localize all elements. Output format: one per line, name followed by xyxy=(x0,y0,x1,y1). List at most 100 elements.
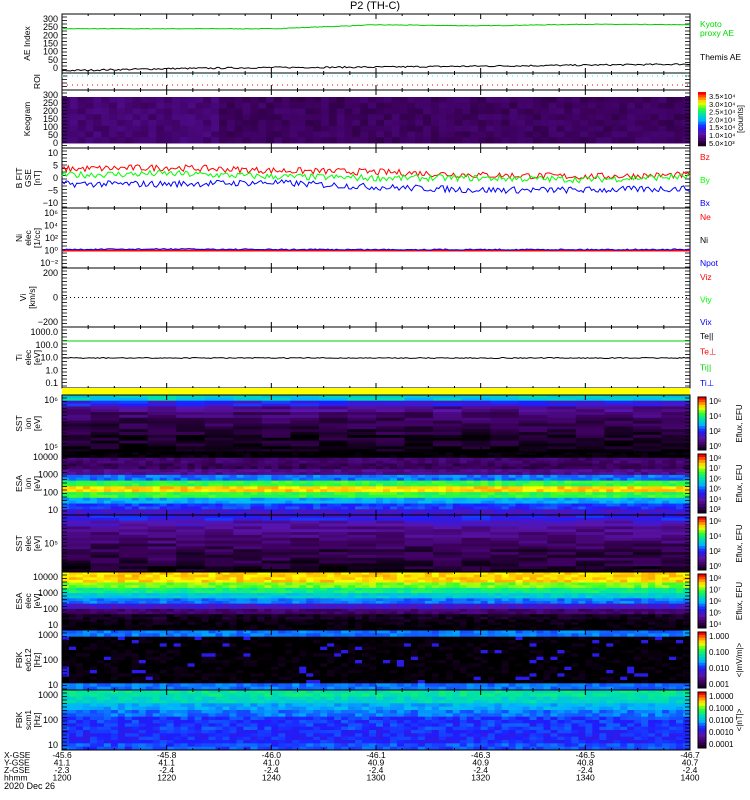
keogram-cell xyxy=(517,125,526,132)
spectrogram-cell xyxy=(662,489,670,493)
spectrogram-cell xyxy=(648,503,656,507)
spectrogram-cell xyxy=(233,440,263,444)
keogram-cell xyxy=(360,97,369,104)
spectrogram-cell xyxy=(117,457,126,461)
spectrogram-cell xyxy=(264,497,272,502)
spectrogram-cell xyxy=(547,523,577,527)
spectrogram-cell xyxy=(683,500,691,504)
spectrogram-cell xyxy=(75,585,84,589)
spectrogram-cell xyxy=(522,577,530,581)
keogram-cell xyxy=(525,108,534,115)
spectrogram-cell xyxy=(264,509,272,513)
keogram-cell xyxy=(305,97,314,104)
spectrogram-cell xyxy=(147,409,177,413)
spectrogram-cell xyxy=(278,474,286,479)
spectrogram-cell xyxy=(75,472,84,476)
spectrogram-cell xyxy=(82,500,91,504)
spectrogram-cell xyxy=(655,469,663,473)
y-tick-label: 10⁶ xyxy=(44,395,58,405)
spectrogram-cell xyxy=(264,457,272,461)
spectrogram-cell xyxy=(518,563,548,567)
spectrogram-cell xyxy=(508,474,516,479)
keogram-cell xyxy=(674,97,683,104)
keogram-cell xyxy=(140,137,149,144)
spectrogram-cell xyxy=(404,400,434,404)
spectrogram-cell xyxy=(438,483,447,487)
keogram-cell xyxy=(423,137,432,144)
legend-vix: Vix xyxy=(700,317,712,327)
spectrogram-cell xyxy=(543,497,551,502)
keogram-cell xyxy=(454,131,463,138)
spectrogram-cell xyxy=(119,406,149,410)
spectrogram-cell xyxy=(145,480,154,484)
spectrogram-cell xyxy=(466,582,475,586)
keogram-cell xyxy=(101,97,110,104)
keogram-cell xyxy=(164,131,173,138)
spectrogram-cell xyxy=(655,582,663,586)
spectrogram-cell xyxy=(124,477,133,482)
spectrogram-cell xyxy=(292,483,300,487)
spectrogram-cell xyxy=(403,469,412,473)
spectrogram-cell xyxy=(159,477,168,482)
keogram-cell xyxy=(352,114,361,121)
spectrogram-cell xyxy=(557,483,565,487)
keogram-cell xyxy=(360,108,369,115)
spectrogram-cell xyxy=(236,460,244,464)
spectrogram-cell xyxy=(410,582,419,586)
spectrogram-cell xyxy=(606,486,614,490)
spectrogram-cell xyxy=(299,466,307,470)
spectrogram-cell xyxy=(404,517,434,522)
spectrogram-cell xyxy=(233,443,263,447)
spectrogram-cell xyxy=(119,537,149,542)
spectrogram-cell xyxy=(662,579,670,583)
spectrogram-cell xyxy=(334,509,342,513)
spectrogram-cell xyxy=(550,574,558,578)
keogram-cell xyxy=(132,137,141,144)
spectrogram-cell xyxy=(648,483,656,487)
spectrogram-cell xyxy=(278,506,286,510)
spectrogram-cell xyxy=(585,492,593,496)
keogram-cell xyxy=(423,102,432,109)
spectrogram-cell xyxy=(62,579,70,583)
colorbar-cell xyxy=(698,501,706,505)
spectrogram-cell xyxy=(557,469,565,473)
spectrogram-cell xyxy=(327,460,335,464)
spectrogram-cell xyxy=(222,585,230,589)
esa_e-spectrogram xyxy=(62,572,691,631)
spectrogram-cell xyxy=(382,582,391,586)
spectrogram-cell xyxy=(290,417,320,422)
spectrogram-cell xyxy=(233,423,263,427)
spectrogram-cell xyxy=(585,472,593,476)
keogram-cell xyxy=(603,125,612,132)
keogram-cell xyxy=(415,97,424,104)
spectrogram-cell xyxy=(620,503,628,507)
spectrogram-cell xyxy=(382,506,391,510)
keogram-cell xyxy=(564,102,573,109)
keogram-cell xyxy=(383,125,393,132)
spectrogram-cell xyxy=(632,423,662,427)
keogram-cell xyxy=(85,114,94,121)
spectrogram-cell xyxy=(82,585,91,589)
spectrogram-cell xyxy=(138,500,147,504)
keogram-cell xyxy=(234,97,244,104)
keogram-cell xyxy=(116,114,126,121)
spectrogram-cell xyxy=(292,585,300,589)
spectrogram-cell xyxy=(613,460,621,464)
spectrogram-cell xyxy=(180,494,188,499)
spectrogram-cell xyxy=(229,466,237,470)
spectrogram-cell xyxy=(208,477,216,482)
y-tick-label: 0.1 xyxy=(45,378,58,388)
spectrogram-cell xyxy=(334,454,342,459)
spectrogram-cell xyxy=(208,472,216,476)
spectrogram-cell xyxy=(96,577,105,581)
spectrogram-cell xyxy=(461,546,491,550)
spectrogram-cell xyxy=(376,460,384,464)
keogram-cell xyxy=(179,131,189,138)
keogram-cell xyxy=(478,102,487,109)
spectrogram-cell xyxy=(62,563,91,567)
spectrogram-cell xyxy=(404,520,434,524)
spectrogram-cell xyxy=(334,460,342,464)
spectrogram-cell xyxy=(334,577,342,581)
spectrogram-cell xyxy=(90,534,120,539)
spectrogram-cell xyxy=(96,506,105,510)
